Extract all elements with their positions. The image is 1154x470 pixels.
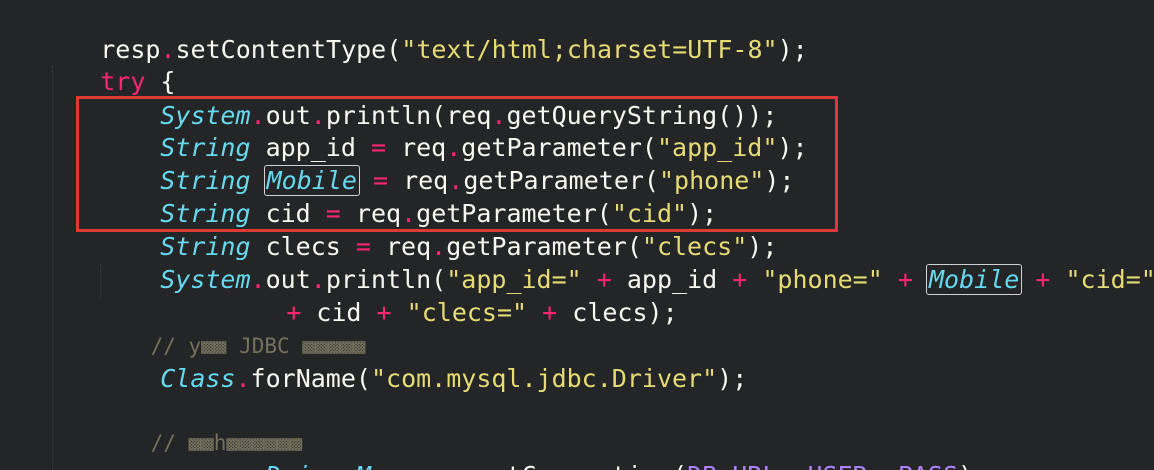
token: getConnection( bbox=[476, 461, 687, 470]
token: + bbox=[376, 298, 392, 327]
code-line-11: Class.forName("com.mysql.jdbc.Driver"); bbox=[100, 331, 747, 393]
token: + bbox=[542, 298, 558, 327]
token: + bbox=[732, 265, 748, 294]
constant: PASS bbox=[898, 461, 958, 470]
token: , bbox=[777, 461, 807, 470]
token: . bbox=[461, 461, 476, 470]
constant: USER bbox=[807, 461, 867, 470]
type-name: Class bbox=[160, 364, 236, 393]
string-literal: "cid=" bbox=[1065, 265, 1154, 294]
code-line-10: // y▩▩ JDBC ▩▩▩▩▩ bbox=[100, 298, 366, 358]
token: . bbox=[235, 364, 251, 393]
string-literal: "text/html;charset=UTF-8" bbox=[401, 35, 778, 64]
variable: conn bbox=[160, 461, 235, 470]
string-literal: "com.mysql.jdbc.Driver" bbox=[370, 364, 718, 393]
variable-mobile: Mobile bbox=[925, 264, 1023, 295]
code-line-8: System.out.println("app_id=" + app_id + … bbox=[100, 232, 1154, 295]
string-literal: "phone=" bbox=[762, 265, 883, 294]
token: setContentType( bbox=[175, 35, 402, 64]
token: + bbox=[897, 265, 913, 294]
string-literal: "clecs=" bbox=[406, 298, 528, 327]
token: forName( bbox=[250, 364, 371, 393]
token: ); bbox=[958, 461, 988, 470]
code-line-12: // ▩▩h▩▩▩▩▩▩ bbox=[100, 395, 303, 455]
variable: clecs); bbox=[557, 298, 678, 327]
code-line-1: resp.setContentType("text/html;charset=U… bbox=[40, 2, 807, 64]
constant: DB_URL bbox=[687, 461, 777, 470]
code-line-13: conn = DriverManager.getConnection(DB_UR… bbox=[100, 428, 988, 470]
token: ); bbox=[777, 35, 808, 64]
code-line-9: + cid + "clecs=" + clecs); bbox=[226, 265, 677, 327]
code-editor[interactable]: resp.setContentType("text/html;charset=U… bbox=[0, 0, 1154, 470]
token: ); bbox=[717, 364, 748, 393]
code-line-2: try { bbox=[40, 34, 175, 96]
red-highlight-box bbox=[76, 96, 838, 232]
type-name: DriverManager bbox=[266, 461, 462, 470]
token: , bbox=[868, 461, 898, 470]
token: = bbox=[235, 461, 250, 470]
token: + bbox=[1035, 265, 1051, 294]
